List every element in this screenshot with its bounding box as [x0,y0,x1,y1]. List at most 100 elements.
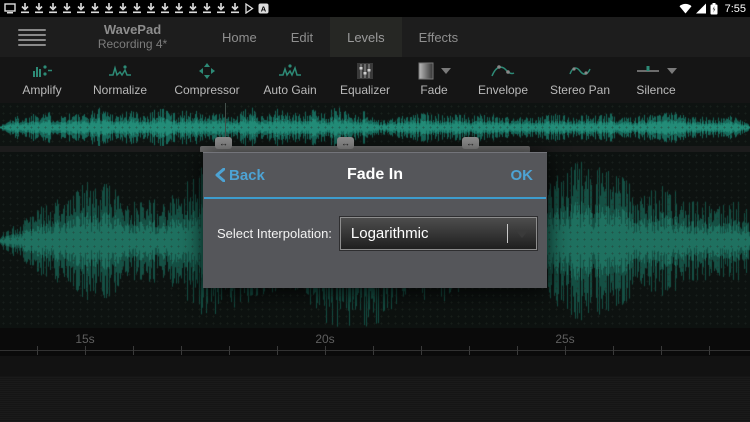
dialog-header: Back Fade In OK [203,153,547,197]
time-label: 15s [75,332,94,346]
wavepad-app: A 7:55 WavePad Recording 4* HomeEditLeve… [0,0,750,422]
interpolation-dropdown[interactable]: Logarithmic [340,217,537,250]
timeline-ruler[interactable]: 15s 20s 25s [0,328,750,356]
ribbon-button-amplify[interactable]: Amplify [6,57,78,103]
cellular-icon [695,3,707,14]
fade-icon [418,61,451,80]
selection-handle[interactable]: ↔ [337,137,354,149]
stereo-pan-icon [568,61,592,80]
ribbon-button-label: Envelope [478,83,528,97]
download-icon [230,3,240,14]
ribbon-button-label: Amplify [22,83,61,97]
dropdown-value: Logarithmic [341,225,507,242]
fade-in-dialog: Back Fade In OK Select Interpolation: Lo… [203,152,547,288]
back-button[interactable]: Back [215,167,265,184]
ribbon-button-auto-gain[interactable]: Auto Gain [252,57,328,103]
ruler-tick [37,346,38,355]
ruler-tick [277,346,278,355]
ribbon-button-stereo-pan[interactable]: Stereo Pan [540,57,620,103]
ribbon-button-label: Silence [636,83,675,97]
ruler-tick [373,346,374,355]
ruler-tick [85,346,86,355]
ribbon-button-label: Auto Gain [263,83,316,97]
ok-button[interactable]: OK [511,167,534,184]
ruler-tick [709,346,710,355]
download-icon [48,3,58,14]
download-icon [174,3,184,14]
ruler-tick [469,346,470,355]
ruler-tick [325,346,326,355]
status-bar: A 7:55 [0,0,750,17]
clock: 7:55 [725,3,746,15]
ruler-tick [517,346,518,355]
ruler-tick [613,346,614,355]
ruler-tick [229,346,230,355]
ruler-lower-strip [0,356,750,376]
download-icon [104,3,114,14]
menu-icon[interactable] [18,26,46,48]
app-name: WavePad [60,23,205,37]
ribbon-button-envelope[interactable]: Envelope [466,57,540,103]
chevron-left-icon [215,168,225,182]
dialog-body: Select Interpolation: Logarithmic [203,199,547,250]
ribbon-button-fade[interactable]: Fade [402,57,466,103]
ribbon-button-label: Compressor [174,83,239,97]
ruler-tick [565,346,566,355]
letter-a-icon: A [258,3,269,14]
interpolation-label: Select Interpolation: [217,226,332,241]
tab-effects[interactable]: Effects [402,17,476,57]
selection-handle[interactable]: ↔ [215,137,232,149]
ribbon-button-silence[interactable]: Silence [620,57,692,103]
ribbon-button-equalizer[interactable]: Equalizer [328,57,402,103]
document-name: Recording 4* [60,37,205,51]
ribbon-button-label: Stereo Pan [550,83,610,97]
wifi-icon [679,3,692,14]
chevron-down-icon [441,68,451,74]
app-toolbar: WavePad Recording 4* HomeEditLevelsEffec… [0,17,750,57]
svg-text:A: A [261,4,267,13]
ruler-tick [421,346,422,355]
download-icon [76,3,86,14]
status-bar-notifications: A [4,3,269,14]
ribbon-button-compressor[interactable]: Compressor [162,57,252,103]
silence-icon [636,61,677,80]
download-icon [188,3,198,14]
ruler-tick [133,346,134,355]
envelope-icon [491,61,515,80]
ruler-tick [181,346,182,355]
chevron-down-icon [515,230,529,238]
download-icon [62,3,72,14]
time-label: 20s [315,332,334,346]
auto-gain-icon [278,61,302,80]
screenshot-icon [4,3,16,14]
tab-bar: HomeEditLevelsEffects [205,17,475,57]
play-outline-icon [244,3,254,14]
tab-levels[interactable]: Levels [330,17,402,57]
time-label: 25s [555,332,574,346]
back-label: Back [229,167,265,184]
download-icon [20,3,30,14]
transport-bar: 0:00:00.00 [0,376,750,422]
compressor-icon [198,61,216,80]
chevron-down-icon [667,68,677,74]
ribbon-button-label: Fade [420,83,447,97]
download-icon [118,3,128,14]
equalizer-icon [356,61,374,80]
effects-ribbon: Amplify Normalize Compressor Auto Gain Equal… [0,57,750,103]
system-icons [679,3,718,15]
tab-edit[interactable]: Edit [274,17,330,57]
battery-icon [710,3,718,15]
app-title: WavePad Recording 4* [60,17,205,57]
ruler-tick [661,346,662,355]
ribbon-button-label: Normalize [93,83,147,97]
selection-handle[interactable]: ↔ [462,137,479,149]
download-icon [202,3,212,14]
overview-waveform[interactable] [0,103,750,152]
ribbon-button-normalize[interactable]: Normalize [78,57,162,103]
tab-home[interactable]: Home [205,17,274,57]
download-icon [216,3,226,14]
download-icon [146,3,156,14]
download-icon [34,3,44,14]
normalize-icon [108,61,132,80]
status-bar-system: 7:55 [679,3,746,15]
